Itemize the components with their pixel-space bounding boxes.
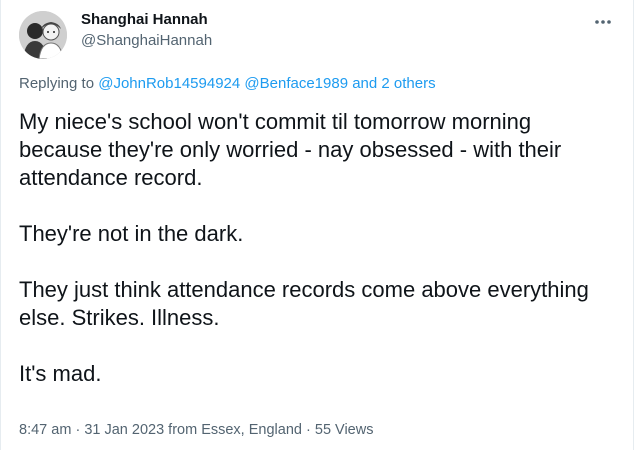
tweet-date[interactable]: 31 Jan 2023 xyxy=(84,422,164,438)
separator-dot: · xyxy=(75,422,81,438)
profile-photo-icon xyxy=(19,11,67,59)
author-avatar[interactable] xyxy=(19,11,67,59)
author-handle[interactable]: @ShanghaiHannah xyxy=(81,31,212,51)
reply-context: Replying to @JohnRob14594924 @Benface198… xyxy=(19,74,436,94)
tweet-card: Shanghai Hannah @ShanghaiHannah Replying… xyxy=(0,0,634,450)
tweet-text: My niece's school won't commit til tomor… xyxy=(19,108,619,416)
more-options-button[interactable] xyxy=(591,12,615,32)
tweet-paragraph: They just think attendance records come … xyxy=(19,277,589,330)
author-block: Shanghai Hannah @ShanghaiHannah xyxy=(81,10,212,51)
others-link[interactable]: and 2 others xyxy=(352,75,435,92)
mention-link[interactable]: @JohnRob14594924 xyxy=(98,75,240,92)
tweet-metadata: 8:47 am · 31 Jan 2023 from Essex, Englan… xyxy=(19,420,373,440)
tweet-time[interactable]: 8:47 am xyxy=(19,422,71,438)
tweet-paragraph: It's mad. xyxy=(19,361,102,386)
more-dots-icon xyxy=(595,20,611,24)
separator-dot: · xyxy=(306,422,311,438)
mention-link[interactable]: @Benface1989 xyxy=(244,75,348,92)
author-display-name[interactable]: Shanghai Hannah xyxy=(81,10,212,30)
view-count[interactable]: 55 Views xyxy=(315,422,374,438)
tweet-paragraph: They're not in the dark. xyxy=(19,221,244,246)
replying-to-label: Replying to xyxy=(19,75,95,92)
tweet-paragraph: My niece's school won't commit til tomor… xyxy=(19,109,562,190)
tweet-location: from Essex, England xyxy=(168,422,302,438)
